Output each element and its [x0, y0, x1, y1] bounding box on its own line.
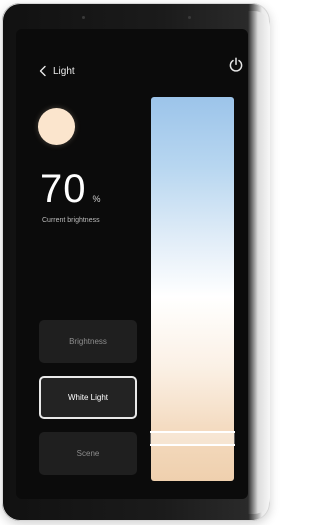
device-edge — [248, 11, 270, 514]
color-temperature-slider[interactable] — [150, 97, 235, 481]
brightness-unit: % — [92, 194, 101, 204]
device-frame: Light 70 % Current brightness Brightness… — [2, 3, 270, 521]
brightness-value: 70 — [40, 167, 87, 211]
brightness-caption: Current brightness — [42, 217, 100, 224]
stage: Light 70 % Current brightness Brightness… — [0, 0, 274, 525]
chevron-left-icon — [39, 65, 46, 77]
back-button[interactable]: Light — [38, 65, 75, 77]
sensor-dot — [188, 16, 191, 19]
screen: Light 70 % Current brightness Brightness… — [16, 29, 248, 499]
white-light-mode-label: White Light — [67, 393, 109, 402]
brightness-mode-label: Brightness — [69, 337, 107, 346]
scene-mode-button[interactable]: Scene — [39, 432, 137, 475]
brightness-readout: 70 % — [40, 169, 101, 209]
power-icon[interactable] — [228, 57, 244, 73]
scene-mode-label: Scene — [76, 449, 100, 458]
sensor-dot — [82, 16, 85, 19]
slider-handle[interactable] — [150, 431, 235, 446]
back-label: Light — [53, 65, 75, 77]
color-indicator — [38, 108, 75, 145]
white-light-mode-button[interactable]: White Light — [39, 376, 137, 419]
brightness-mode-button[interactable]: Brightness — [39, 320, 137, 363]
